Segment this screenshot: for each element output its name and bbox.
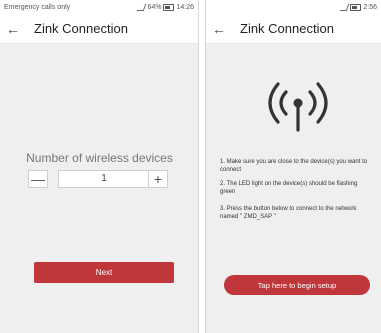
phone-screen-device-count: Emergency calls only 64% 14:26 ← Zink Co… [0, 0, 199, 333]
clock-time: 14:26 [176, 3, 194, 11]
status-icons: 2:56 [340, 3, 377, 11]
page-title: Zink Connection [34, 21, 128, 36]
decrement-button[interactable]: — [28, 170, 48, 188]
back-arrow-icon[interactable]: ← [0, 14, 26, 44]
instruction-step-3: 3. Press the button below to connect to … [220, 206, 357, 220]
battery-icon [350, 3, 362, 11]
carrier-status-text: Emergency calls only [4, 3, 71, 11]
instruction-step-2: 2. The LED light on the device(s) should… [220, 181, 358, 195]
next-button[interactable]: Next [34, 262, 174, 283]
battery-icon [163, 3, 175, 11]
instruction-step-1: 1. Make sure you are close to the device… [220, 159, 368, 173]
device-quantity-stepper: — 1 + [28, 170, 168, 188]
clock-time: 2:56 [363, 3, 377, 11]
app-header: ← Zink Connection [0, 14, 198, 44]
quantity-field[interactable]: 1 [58, 170, 150, 188]
wifi-broadcast-icon [268, 82, 328, 132]
battery-percent: 64% [147, 3, 162, 11]
app-header: ← Zink Connection [206, 14, 381, 44]
phone-screen-setup-instructions: 2:56 ← Zink Connection 1. Make sure you … [205, 0, 381, 333]
page-title: Zink Connection [240, 21, 334, 36]
status-icons: 64% 14:26 [137, 3, 194, 11]
status-bar: 2:56 [206, 0, 381, 14]
devices-count-label: Number of wireless devices [26, 151, 173, 165]
increment-button[interactable]: + [148, 170, 168, 188]
back-arrow-icon[interactable]: ← [206, 14, 232, 44]
status-bar: Emergency calls only 64% 14:26 [0, 0, 198, 14]
signal-icon [340, 3, 350, 11]
signal-icon [137, 3, 147, 11]
begin-setup-button[interactable]: Tap here to begin setup [224, 275, 370, 295]
